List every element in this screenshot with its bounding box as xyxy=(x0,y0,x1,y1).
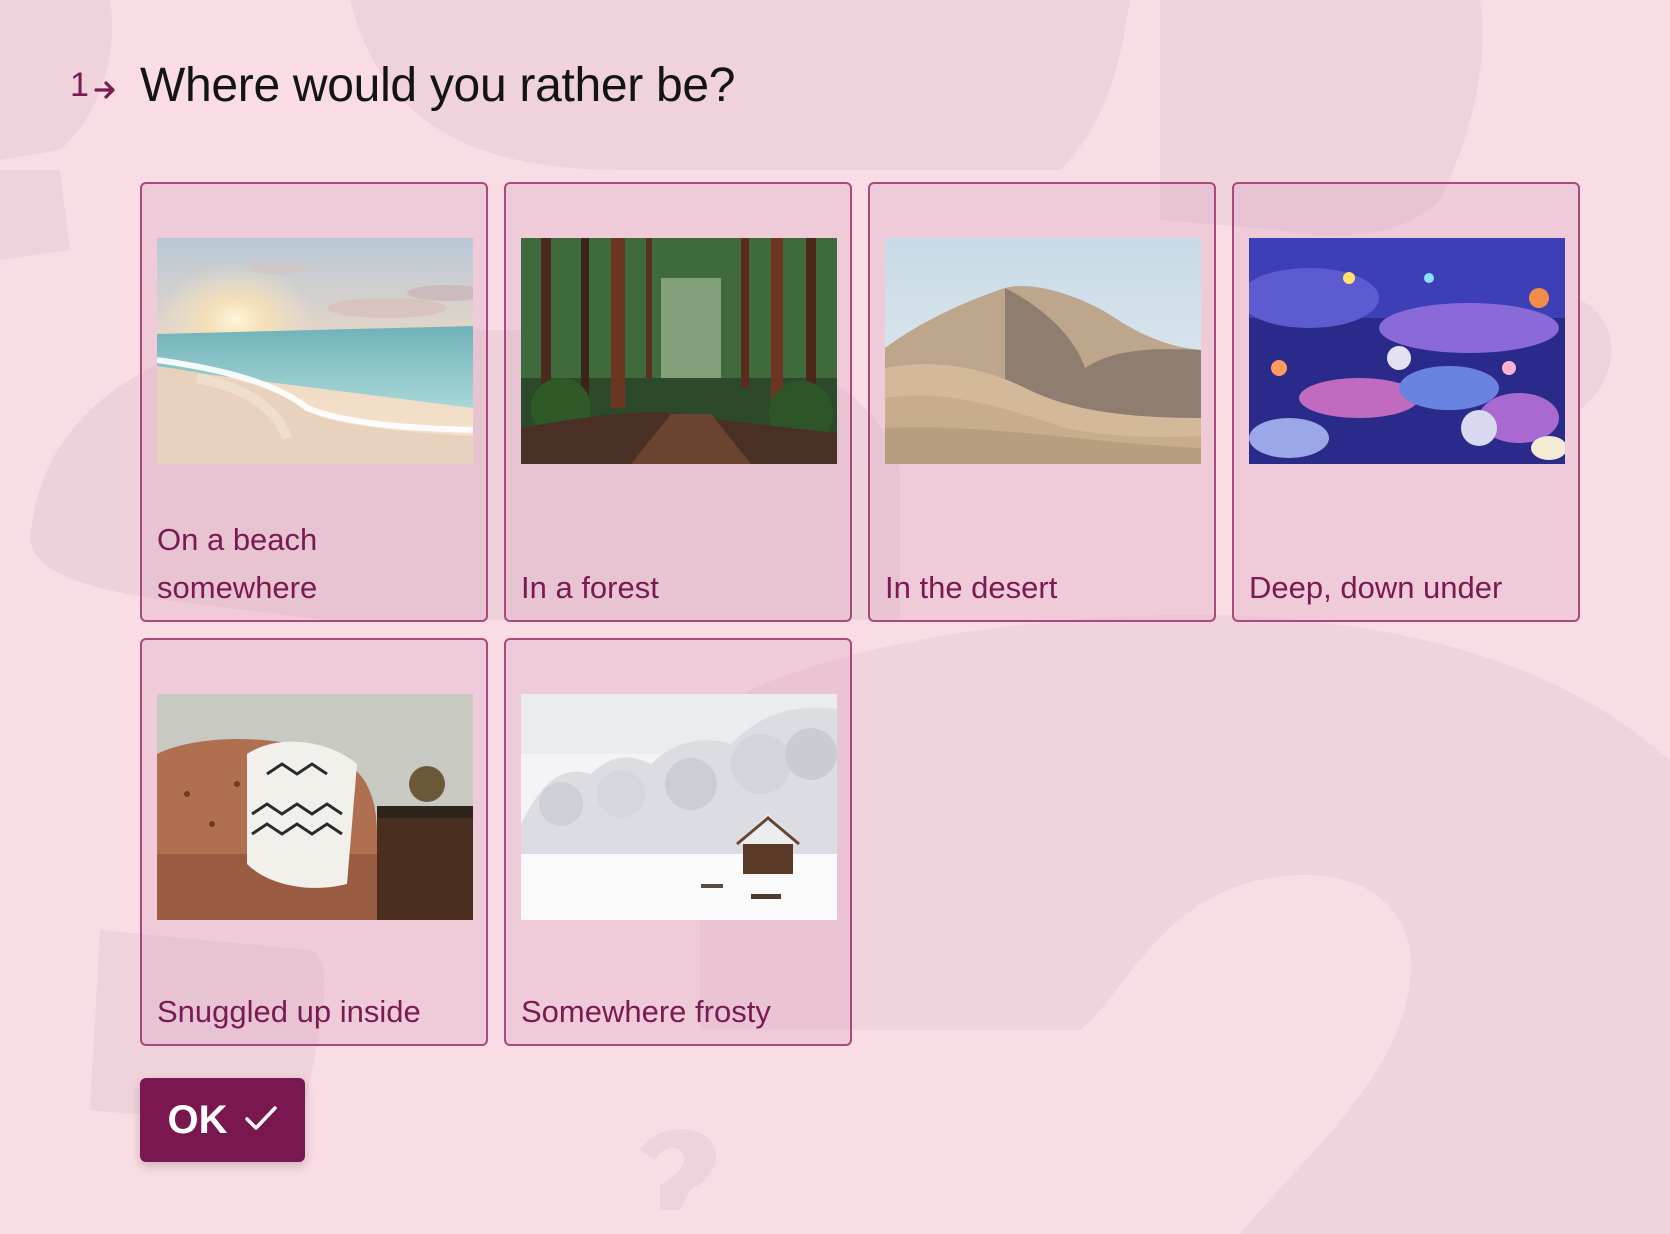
option-label: On a beach somewhere xyxy=(157,522,318,605)
ok-button[interactable]: OK xyxy=(140,1078,305,1162)
coral-reef-photo xyxy=(1249,238,1565,464)
question-number-text: 1 xyxy=(70,66,89,104)
option-card-forest[interactable]: In a forest xyxy=(504,182,852,622)
question-number: 1 xyxy=(70,66,140,105)
snowy-cabin-photo xyxy=(521,694,837,920)
option-label: In the desert xyxy=(885,570,1058,605)
option-label: In a forest xyxy=(521,570,659,605)
question-title: Where would you rather be? xyxy=(140,59,736,112)
option-card-coral[interactable]: Deep, down under xyxy=(1232,182,1580,622)
option-card-frosty[interactable]: Somewhere frosty xyxy=(504,638,852,1046)
desert-dunes-photo xyxy=(885,238,1201,464)
option-card-desert[interactable]: In the desert xyxy=(868,182,1216,622)
question-header: 1 Where would you rather be? xyxy=(70,58,736,113)
beach-sunset-photo xyxy=(157,238,473,464)
options-grid: On a beach somewhere In a forest In the … xyxy=(140,182,1580,1046)
option-label: Somewhere frosty xyxy=(521,994,771,1029)
checkmark-icon xyxy=(244,1098,278,1143)
option-card-inside[interactable]: Snuggled up inside xyxy=(140,638,488,1046)
forest-path-photo xyxy=(521,238,837,464)
arrow-right-icon xyxy=(93,73,119,99)
option-label: Snuggled up inside xyxy=(157,994,421,1029)
option-label: Deep, down under xyxy=(1249,570,1503,605)
option-card-beach[interactable]: On a beach somewhere xyxy=(140,182,488,622)
armchair-blanket-photo xyxy=(157,694,473,920)
ok-button-label: OK xyxy=(167,1097,228,1142)
